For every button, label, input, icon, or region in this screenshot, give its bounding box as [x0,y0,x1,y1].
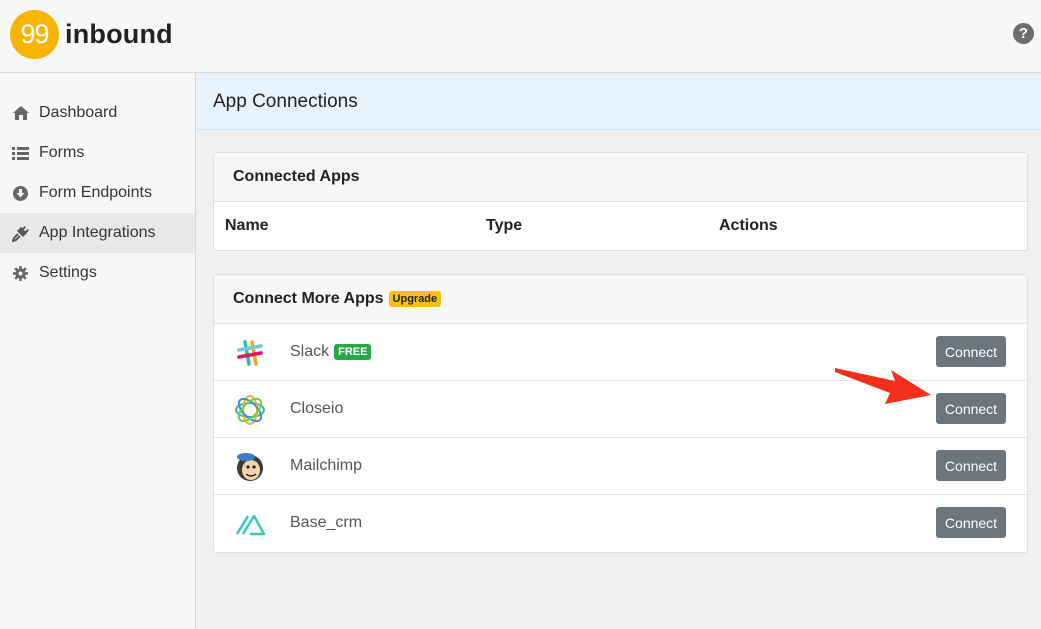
connect-button-base-crm[interactable]: Connect [936,507,1006,538]
free-badge: FREE [334,344,372,360]
connect-button-slack[interactable]: Connect [936,336,1006,367]
home-icon [12,105,29,122]
app-name-slack: Slack FREE [290,343,372,361]
app-name-mailchimp: Mailchimp [290,457,363,474]
app-name-closeio: Closeio [290,400,344,417]
sidebar: Dashboard Forms Form Endpoints App Integ… [0,73,196,629]
sidebar-item-forms[interactable]: Forms [0,133,195,173]
brand-logo[interactable]: 99 inbound [10,10,173,59]
app-name-label: Slack [290,343,330,360]
sidebar-item-label: App Integrations [39,224,156,241]
sidebar-item-app-integrations[interactable]: App Integrations [0,213,195,253]
gear-icon [12,265,29,282]
column-header-actions: Actions [719,217,778,234]
sidebar-item-settings[interactable]: Settings [0,253,195,293]
connected-apps-table-header: Name Type Actions [214,202,1027,250]
brand-name: inbound [65,19,173,49]
page-title: App Connections [213,91,358,112]
connect-button-mailchimp[interactable]: Connect [936,450,1006,481]
download-circle-icon [12,185,29,202]
column-header-type: Type [486,217,523,234]
connected-apps-card: Connected Apps Name Type Actions [213,152,1028,251]
sidebar-item-dashboard[interactable]: Dashboard [0,93,195,133]
app-name-base-crm: Base_crm [290,514,363,531]
slack-icon [234,337,266,369]
sidebar-item-label: Dashboard [39,104,118,121]
base-crm-icon [234,508,266,540]
mailchimp-icon [234,451,266,483]
sidebar-item-label: Forms [39,144,85,161]
connect-more-apps-card: Connect More Apps Upgrade Slack FREE Con… [213,274,1028,553]
page-header: App Connections [197,73,1041,130]
help-icon[interactable]: ? [1013,23,1034,44]
connected-apps-title: Connected Apps [214,153,1027,202]
sidebar-item-label: Form Endpoints [39,184,152,201]
closeio-icon [234,394,266,426]
annotation-arrow-icon [835,368,931,404]
column-header-name: Name [225,217,269,234]
logo-badge: 99 [10,10,59,59]
connect-more-apps-header: Connect More Apps Upgrade [214,275,1027,324]
plug-icon [12,225,29,242]
upgrade-badge[interactable]: Upgrade [388,291,442,307]
sidebar-item-form-endpoints[interactable]: Form Endpoints [0,173,195,213]
sidebar-item-label: Settings [39,264,97,281]
top-bar: 99 inbound ? [0,0,1041,73]
app-row-base-crm: Base_crm Connect [214,495,1027,552]
list-icon [12,145,29,162]
connect-button-closeio[interactable]: Connect [936,393,1006,424]
app-row-mailchimp: Mailchimp Connect [214,438,1027,495]
connect-more-apps-title: Connect More Apps [233,290,384,307]
